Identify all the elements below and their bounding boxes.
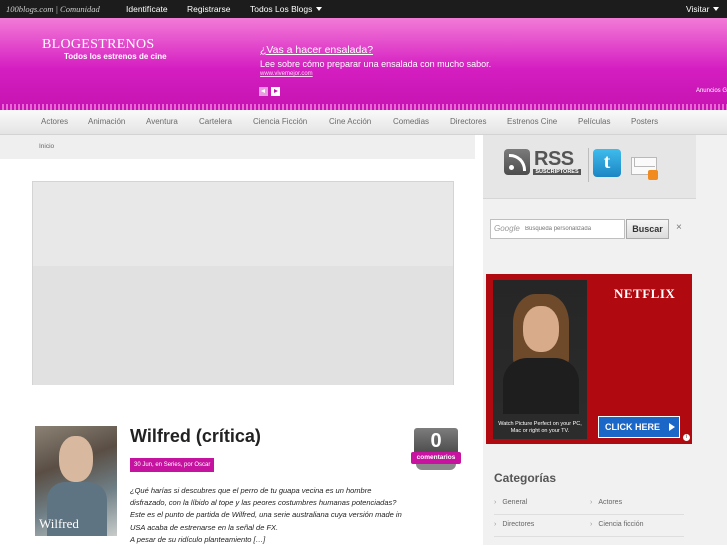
post-title-link[interactable]: Wilfred (crítica) (130, 426, 261, 447)
search-input[interactable] (493, 220, 623, 238)
visitar-label: Visitar (686, 4, 710, 14)
nav-estrenos-cine[interactable]: Estrenos Cine (507, 117, 557, 126)
post-meta: 30 Jun, en Series, por Oscar (130, 458, 215, 472)
netflix-ad[interactable]: Watch Picture Perfect on your PC, Mac or… (486, 274, 692, 444)
photo-face (523, 306, 559, 352)
category-separator (494, 514, 684, 515)
comments-badge[interactable]: 0 comentarios (411, 428, 461, 470)
rss-label[interactable]: RSS (534, 148, 574, 171)
todos-blogs-menu[interactable]: Todos Los Blogs (250, 4, 323, 14)
breadcrumb: Inicio (0, 135, 475, 159)
registrarse-link[interactable]: Registrarse (187, 4, 230, 14)
email-rss-badge-icon (648, 170, 658, 180)
tumblr-icon[interactable]: t (593, 149, 621, 177)
thumbnail-title: Wilfred (39, 516, 79, 531)
nav-cartelera[interactable]: Cartelera (199, 117, 232, 126)
ad-photo: Watch Picture Perfect on your PC, Mac or… (493, 280, 587, 439)
nav-ciencia-ficcion[interactable]: Ciencia Ficción (253, 117, 307, 126)
nav-directores[interactable]: Directores (450, 117, 486, 126)
ad-next-button[interactable] (271, 87, 280, 96)
visitar-menu[interactable]: Visitar (686, 4, 720, 14)
category-actores[interactable]: Actores (590, 499, 622, 506)
comments-count: 0 (414, 428, 458, 454)
post-thumbnail[interactable]: Wilfred (35, 426, 117, 536)
nav-posters[interactable]: Posters (631, 117, 658, 126)
thumbnail-face (59, 436, 93, 482)
site-tagline: Todos los estrenos de cine (64, 52, 167, 61)
comments-badge-tail (416, 464, 456, 470)
ad-headline-link[interactable]: ¿Vas a hacer ensalada? (260, 44, 373, 56)
nav-actores[interactable]: Actores (41, 117, 68, 126)
site-logo-title[interactable]: BLOGESTRENOS (42, 37, 155, 53)
chevron-down-icon (316, 7, 323, 11)
netflix-caption: Watch Picture Perfect on your PC, Mac or… (498, 421, 582, 434)
rss-subscribers-label[interactable]: SUSCRIPTORES (533, 169, 581, 175)
identificate-link[interactable]: Identifícate (126, 4, 168, 14)
slider-placeholder (33, 266, 453, 385)
network-brand-link[interactable]: 100blogs.com | Comunidad (6, 4, 100, 14)
search-button[interactable]: Buscar (626, 219, 669, 239)
nav-animacion[interactable]: Animación (88, 117, 125, 126)
todos-blogs-label: Todos Los Blogs (250, 4, 313, 14)
category-separator (494, 536, 684, 537)
post-excerpt: ¿Qué harías si descubres que el perro de… (130, 485, 404, 546)
rss-icon[interactable] (504, 149, 530, 175)
category-directores[interactable]: Directores (494, 521, 534, 528)
netflix-click-here-button[interactable]: CLICK HERE (598, 416, 680, 438)
photo-body (503, 358, 579, 414)
ad-label[interactable]: Anuncios G (696, 88, 727, 94)
category-nav: Actores Animación Aventura Cartelera Cie… (0, 110, 727, 135)
nav-comedias[interactable]: Comedias (393, 117, 429, 126)
category-general[interactable]: General (494, 499, 527, 506)
comments-label: comentarios (411, 452, 461, 464)
chevron-down-icon (713, 7, 720, 11)
site-header: BLOGESTRENOS Todos los estrenos de cine … (0, 18, 727, 110)
netflix-logo: NETFLIX (614, 286, 676, 301)
social-divider (588, 148, 589, 182)
category-ciencia-ficcion[interactable]: Ciencia ficción (590, 521, 643, 528)
nav-aventura[interactable]: Aventura (146, 117, 178, 126)
nav-peliculas[interactable]: Películas (578, 117, 610, 126)
featured-slider[interactable] (32, 181, 454, 385)
ad-prev-button[interactable] (259, 87, 268, 96)
search-box: Google (490, 219, 625, 239)
header-ad: ¿Vas a hacer ensalada? Lee sobre cómo pr… (258, 40, 727, 110)
clear-search-icon[interactable]: × (676, 222, 682, 233)
nav-cine-accion[interactable]: Cine Acción (329, 117, 371, 126)
ad-text: Lee sobre cómo preparar una ensalada con… (260, 59, 492, 69)
ad-info-icon[interactable]: i (683, 434, 690, 441)
ad-url-link[interactable]: www.vivemejor.com (260, 71, 313, 77)
categories-heading: Categorías (494, 471, 557, 485)
breadcrumb-home-link[interactable]: Inicio (39, 143, 54, 150)
excerpt-continuation: A pesar de su ridículo planteamiento […] (130, 534, 266, 544)
top-bar: 100blogs.com | Comunidad Identifícate Re… (0, 0, 727, 18)
excerpt-paragraph: ¿Qué harías si descubres que el perro de… (130, 486, 402, 532)
